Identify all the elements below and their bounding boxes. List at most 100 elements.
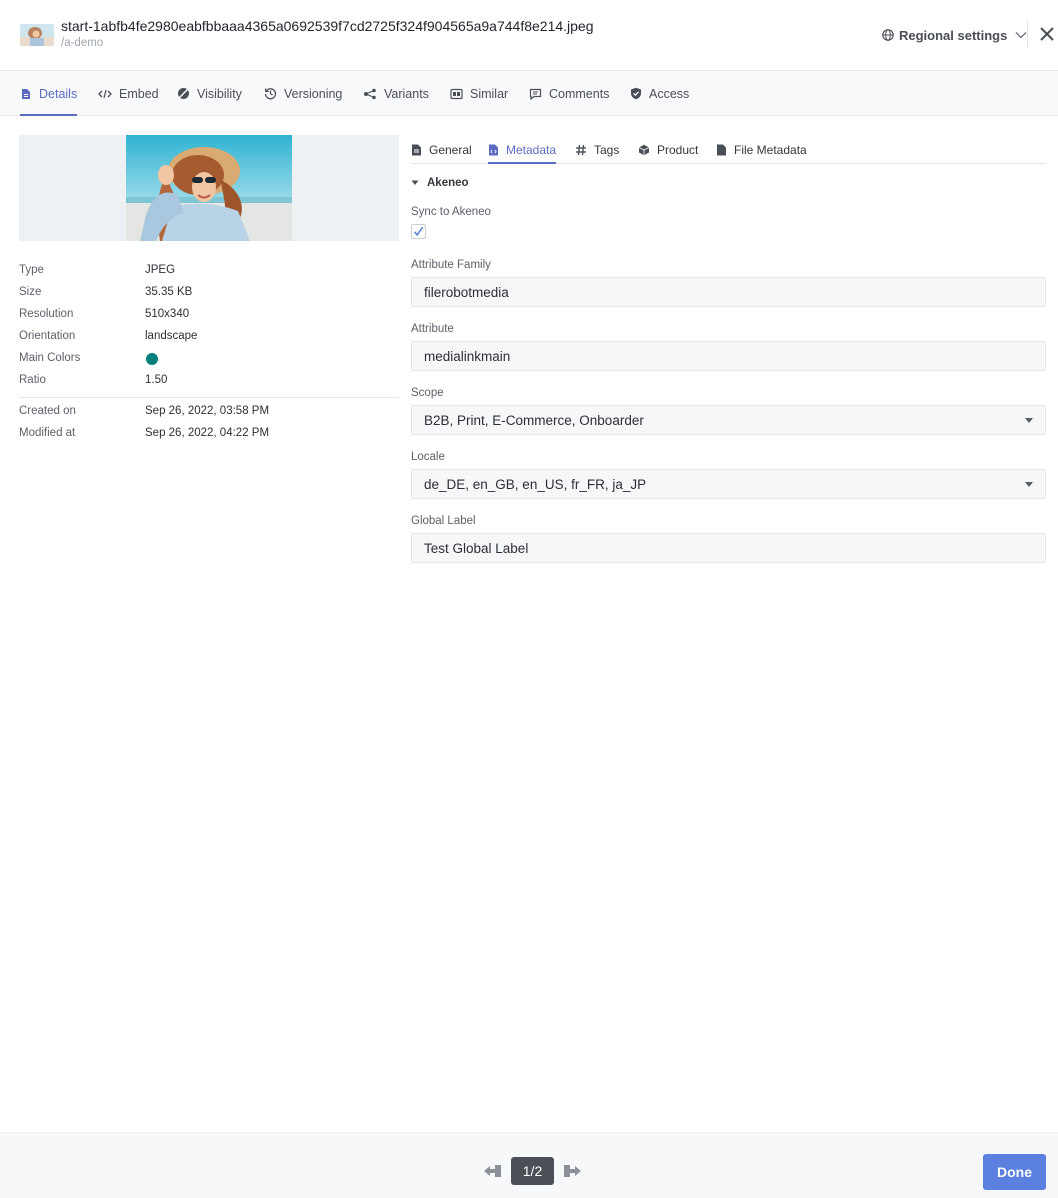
- tab-embed-label: Embed: [119, 86, 159, 101]
- details-icon: [20, 88, 32, 100]
- info-divider: [19, 397, 399, 398]
- document-icon: [411, 144, 422, 156]
- info-label: Modified at: [19, 427, 76, 439]
- info-value: Sep 26, 2022, 03:58 PM: [145, 405, 270, 417]
- attribute-family-value: filerobotmedia: [424, 285, 509, 300]
- info-label: Resolution: [19, 308, 74, 320]
- tab-comments-label: Comments: [549, 86, 610, 101]
- metadata-icon: [488, 144, 499, 156]
- attribute-label: Attribute: [411, 323, 454, 335]
- locale-value: de_DE, en_GB, en_US, fr_FR, ja_JP: [424, 477, 647, 492]
- scope-select[interactable]: B2B, Print, E-Commerce, Onboarder: [411, 405, 1046, 435]
- info-row-modified: Modified at Sep 26, 2022, 04:22 PM: [19, 423, 399, 445]
- sync-to-akeneo-label: Sync to Akeneo: [411, 206, 491, 218]
- attribute-field[interactable]: medialinkmain: [411, 341, 1046, 371]
- attribute-family-field[interactable]: filerobotmedia: [411, 277, 1046, 307]
- akeneo-section-title: Akeneo: [427, 177, 469, 189]
- info-row-size: Size 35.35 KB: [19, 282, 399, 304]
- pager-indicator: 1/2: [511, 1157, 554, 1185]
- check-icon: [412, 225, 425, 242]
- info-row-created: Created on Sep 26, 2022, 03:58 PM: [19, 401, 399, 423]
- locale-select[interactable]: de_DE, en_GB, en_US, fr_FR, ja_JP: [411, 469, 1046, 499]
- subtab-metadata-label: Metadata: [506, 143, 557, 157]
- info-value: 510x340: [145, 308, 190, 320]
- file-icon: [716, 144, 727, 156]
- previous-file-button[interactable]: [483, 1163, 503, 1179]
- info-row-main-colors: Main Colors: [19, 348, 399, 370]
- subtab-file-metadata[interactable]: File Metadata: [716, 137, 807, 163]
- similar-icon: [450, 88, 463, 100]
- global-label-field[interactable]: Test Global Label: [411, 533, 1046, 563]
- tab-embed[interactable]: Embed: [98, 71, 159, 116]
- tab-similar[interactable]: Similar: [450, 71, 508, 116]
- scope-label: Scope: [411, 387, 444, 399]
- code-icon: [98, 88, 112, 100]
- subtab-metadata[interactable]: Metadata: [488, 137, 557, 164]
- tab-similar-label: Similar: [470, 86, 509, 101]
- shield-icon: [630, 87, 642, 100]
- scope-value: B2B, Print, E-Commerce, Onboarder: [424, 413, 644, 428]
- caret-down-icon: [1025, 418, 1033, 423]
- locale-label: Locale: [411, 451, 445, 463]
- arrow-left-icon: [483, 1165, 503, 1183]
- tab-access-label: Access: [649, 86, 690, 101]
- close-icon: [1038, 27, 1056, 47]
- preview-image[interactable]: [126, 135, 292, 241]
- info-value: 1.50: [145, 374, 168, 386]
- done-button-label: Done: [997, 1164, 1032, 1180]
- tab-access[interactable]: Access: [630, 71, 689, 116]
- info-value: JPEG: [145, 264, 176, 276]
- info-label: Main Colors: [19, 352, 81, 364]
- header-divider: [1027, 20, 1028, 48]
- file-name: start-1abfb4fe2980eabfbbaaa4365a0692539f…: [61, 18, 594, 34]
- info-label: Created on: [19, 405, 76, 417]
- chevron-down-icon: [1015, 31, 1027, 39]
- subtab-general[interactable]: General: [411, 137, 472, 163]
- image-preview: [19, 135, 399, 241]
- subtab-general-label: General: [429, 143, 472, 157]
- tab-comments[interactable]: Comments: [529, 71, 609, 116]
- info-label: Type: [19, 264, 44, 276]
- visibility-icon: [177, 87, 190, 100]
- subtab-product[interactable]: Product: [638, 137, 698, 163]
- tab-visibility-label: Visibility: [197, 86, 242, 101]
- attribute-family-label: Attribute Family: [411, 259, 491, 271]
- regional-settings-label: Regional settings: [899, 27, 1008, 43]
- arrow-right-icon: [562, 1165, 582, 1183]
- globe-icon: [882, 29, 894, 41]
- comment-icon: [529, 88, 542, 100]
- info-label: Size: [19, 286, 42, 298]
- next-file-button[interactable]: [562, 1163, 582, 1179]
- variants-icon: [363, 88, 377, 100]
- subtab-file-metadata-label: File Metadata: [734, 143, 807, 157]
- tab-details-label: Details: [39, 86, 78, 101]
- folder-path: /a-demo: [61, 37, 104, 49]
- akeneo-section-toggle[interactable]: Akeneo: [411, 176, 469, 190]
- main-color-swatch[interactable]: [146, 353, 158, 365]
- regional-settings-dropdown[interactable]: Regional settings: [882, 26, 1027, 44]
- sync-to-akeneo-checkbox[interactable]: [411, 224, 426, 239]
- caret-down-icon: [411, 177, 419, 189]
- tab-variants-label: Variants: [384, 86, 429, 101]
- info-value: 35.35 KB: [145, 286, 193, 298]
- tab-versioning[interactable]: Versioning: [264, 71, 342, 116]
- info-row-resolution: Resolution 510x340: [19, 304, 399, 326]
- info-row-orientation: Orientation landscape: [19, 326, 399, 348]
- info-row-type: Type JPEG: [19, 260, 399, 282]
- info-row-ratio: Ratio 1.50: [19, 370, 399, 392]
- pager-text: 1/2: [522, 1163, 543, 1179]
- info-value: landscape: [145, 330, 198, 342]
- subtab-tags[interactable]: Tags: [575, 137, 619, 163]
- tab-visibility[interactable]: Visibility: [177, 71, 242, 116]
- subtab-tags-label: Tags: [594, 143, 620, 157]
- metadata-tab-bar: General Metadata Tags Product File Metad…: [411, 137, 1046, 164]
- tab-variants[interactable]: Variants: [363, 71, 429, 116]
- main-tab-bar: Details Embed Visibility Versioning Vari…: [0, 71, 1058, 116]
- file-thumbnail: [20, 24, 54, 46]
- product-icon: [638, 144, 650, 156]
- done-button[interactable]: Done: [983, 1154, 1046, 1190]
- close-button[interactable]: [1038, 25, 1056, 43]
- tab-details[interactable]: Details: [20, 71, 78, 116]
- dialog-header: start-1abfb4fe2980eabfbbaaa4365a0692539f…: [0, 0, 1058, 71]
- attribute-value: medialinkmain: [424, 349, 511, 364]
